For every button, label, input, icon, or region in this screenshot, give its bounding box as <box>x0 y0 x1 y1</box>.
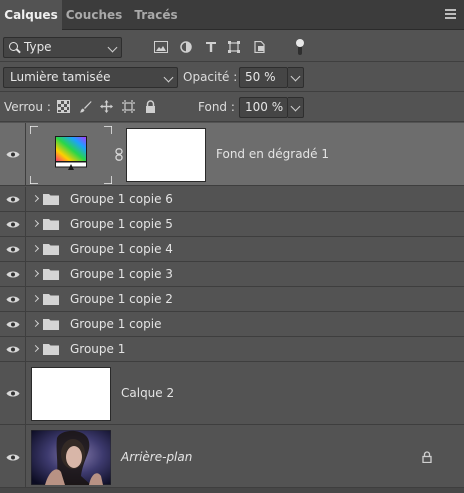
tab-calques[interactable]: Calques <box>0 0 62 31</box>
layer-name: Groupe 1 copie 2 <box>70 292 173 306</box>
expand-arrow-icon[interactable] <box>31 219 40 228</box>
fill-input[interactable]: 100 % <box>239 97 288 118</box>
visibility-column <box>0 312 26 336</box>
layer-name: Calque 2 <box>121 386 175 400</box>
expand-arrow-icon[interactable] <box>31 294 40 303</box>
layer-name: Groupe 1 copie <box>70 317 162 331</box>
eye-icon[interactable] <box>6 150 20 159</box>
blend-mode-value: Lumière tamisée <box>10 70 111 84</box>
hamburger-menu-icon[interactable] <box>445 9 456 20</box>
layer-row-group[interactable]: Groupe 1 copie 4 <box>0 237 464 262</box>
visibility-column <box>0 187 26 211</box>
blend-mode-select[interactable]: Lumière tamisée <box>3 67 178 88</box>
layer-row-pixel[interactable]: Calque 2 <box>0 362 464 425</box>
eye-icon[interactable] <box>6 245 20 254</box>
adjustment-layer-filter-icon[interactable] <box>180 41 194 53</box>
lock-artboard-icon[interactable] <box>122 100 135 113</box>
panel-bottom-edge <box>0 488 464 493</box>
layer-row-group[interactable]: Groupe 1 <box>0 337 464 362</box>
lock-transparency-icon[interactable] <box>57 100 70 113</box>
folder-icon <box>43 244 59 255</box>
visibility-column <box>0 362 26 424</box>
layer-name: Arrière-plan <box>121 450 193 464</box>
expand-arrow-icon[interactable] <box>31 319 40 328</box>
layers-list: Fond en dégradé 1 Groupe 1 copie 6 Group… <box>0 123 464 493</box>
opacity-label: Opacité : <box>183 70 238 84</box>
tab-couches[interactable]: Couches <box>62 0 126 30</box>
layer-row-group[interactable]: Groupe 1 copie 3 <box>0 262 464 287</box>
eye-icon[interactable] <box>6 295 20 304</box>
filter-toggle-switch[interactable] <box>296 39 304 55</box>
visibility-column <box>0 337 26 361</box>
folder-icon <box>43 294 59 305</box>
tab-traces[interactable]: Tracés <box>126 0 186 30</box>
eye-icon[interactable] <box>6 389 20 398</box>
visibility-column <box>0 212 26 236</box>
layer-row-group[interactable]: Groupe 1 copie 6 <box>0 187 464 212</box>
expand-arrow-icon[interactable] <box>31 194 40 203</box>
folder-icon <box>43 269 59 280</box>
layer-thumbnail[interactable] <box>31 367 111 421</box>
shape-layer-filter-icon[interactable] <box>228 41 242 53</box>
background-photo-thumbnail[interactable] <box>31 430 111 485</box>
eye-icon[interactable] <box>6 320 20 329</box>
visibility-column <box>0 425 26 487</box>
expand-arrow-icon[interactable] <box>31 344 40 353</box>
lock-position-icon[interactable] <box>100 100 113 113</box>
lock-row: Verrou : Fond : 100 % <box>0 92 464 122</box>
panel-tab-bar: Calques Couches Tracés <box>0 0 464 31</box>
filter-kind-value: Type <box>24 40 52 54</box>
layer-name: Groupe 1 <box>70 342 126 356</box>
expand-arrow-icon[interactable] <box>31 269 40 278</box>
lock-icon[interactable] <box>422 451 432 463</box>
layer-row-group[interactable]: Groupe 1 copie <box>0 312 464 337</box>
gradient-layer-thumbnail[interactable] <box>29 125 113 185</box>
opacity-input[interactable]: 50 % <box>239 67 288 88</box>
layer-name: Groupe 1 copie 4 <box>70 242 173 256</box>
folder-icon <box>43 194 59 205</box>
layer-name: Groupe 1 copie 6 <box>70 192 173 206</box>
smart-object-filter-icon[interactable] <box>253 41 267 53</box>
lock-all-icon[interactable] <box>144 100 157 113</box>
folder-icon <box>43 219 59 230</box>
layer-name: Groupe 1 copie 5 <box>70 217 173 231</box>
folder-icon <box>43 319 59 330</box>
layer-filter-row: Type <box>0 31 464 62</box>
layer-name: Groupe 1 copie 3 <box>70 267 173 281</box>
fill-dropdown-icon[interactable] <box>288 97 304 118</box>
folder-icon <box>43 344 59 355</box>
filter-kind-select[interactable]: Type <box>3 37 122 58</box>
layer-mask-thumbnail[interactable] <box>126 128 206 182</box>
chevron-down-icon <box>163 72 174 83</box>
visibility-column <box>0 262 26 286</box>
fill-label: Fond : <box>198 100 235 114</box>
layer-row-group[interactable]: Groupe 1 copie 2 <box>0 287 464 312</box>
chevron-down-icon <box>107 42 118 53</box>
visibility-column <box>0 237 26 261</box>
layer-name: Fond en dégradé 1 <box>216 147 330 161</box>
opacity-dropdown-icon[interactable] <box>288 67 304 88</box>
eye-icon[interactable] <box>6 270 20 279</box>
eye-icon[interactable] <box>6 345 20 354</box>
visibility-column <box>0 287 26 311</box>
lock-image-icon[interactable] <box>79 100 92 113</box>
layer-row-group[interactable]: Groupe 1 copie 5 <box>0 212 464 237</box>
chain-link-icon[interactable] <box>115 148 123 161</box>
visibility-column <box>0 123 26 185</box>
layer-row-gradient-fill[interactable]: Fond en dégradé 1 <box>0 123 464 186</box>
search-icon <box>9 42 18 51</box>
type-layer-filter-icon[interactable] <box>205 41 219 53</box>
pixel-layer-filter-icon[interactable] <box>154 41 168 53</box>
eye-icon[interactable] <box>6 453 20 462</box>
expand-arrow-icon[interactable] <box>31 244 40 253</box>
layer-row-background[interactable]: Arrière-plan <box>0 425 464 488</box>
lock-label: Verrou : <box>4 100 51 114</box>
blend-row: Lumière tamisée Opacité : 50 % <box>0 62 464 92</box>
gradient-fill-icon <box>55 136 87 170</box>
eye-icon[interactable] <box>6 195 20 204</box>
eye-icon[interactable] <box>6 220 20 229</box>
